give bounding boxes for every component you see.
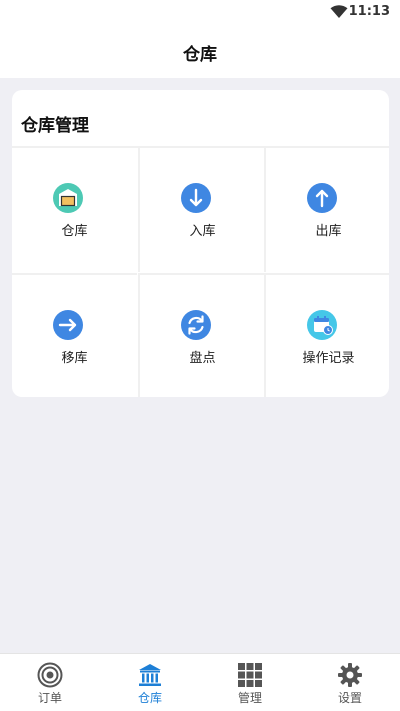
calendar-record-icon xyxy=(307,310,337,340)
grid-item-label: 仓库 xyxy=(61,224,88,239)
arrow-right-icon xyxy=(53,310,83,340)
header: 仓库 xyxy=(0,26,400,78)
grid-item-warehouse[interactable]: 仓库 xyxy=(12,148,137,272)
tab-label: 设置 xyxy=(337,691,362,705)
tab-label: 订单 xyxy=(37,691,62,705)
arrow-up-icon xyxy=(307,183,337,213)
warehouse-icon xyxy=(53,183,83,213)
gear-icon xyxy=(338,663,362,687)
status-time: 11:13 xyxy=(348,4,390,19)
grid-item-operation-log[interactable]: 操作记录 xyxy=(264,273,389,397)
grid-item-label: 入库 xyxy=(189,224,216,239)
bottom-tab-bar: 订单 仓库 管理 设置 xyxy=(0,653,400,711)
warehouse-management-card: 仓库管理 仓库 入库 出库 移库 盘点 操作记录 xyxy=(12,90,389,397)
grid-item-inbound[interactable]: 入库 xyxy=(138,148,265,272)
grid-item-outbound[interactable]: 出库 xyxy=(264,148,389,272)
refresh-icon xyxy=(181,310,211,340)
grid-item-label: 盘点 xyxy=(189,351,216,366)
function-grid: 仓库 入库 出库 移库 盘点 操作记录 xyxy=(12,146,389,397)
grid-item-label: 移库 xyxy=(61,351,88,366)
tab-label: 仓库 xyxy=(137,691,162,705)
target-icon xyxy=(37,662,63,688)
arrow-down-icon xyxy=(181,183,211,213)
tab-warehouse[interactable]: 仓库 xyxy=(100,654,200,711)
tab-settings[interactable]: 设置 xyxy=(300,654,400,711)
grid-item-label: 操作记录 xyxy=(302,351,355,366)
tab-orders[interactable]: 订单 xyxy=(0,654,100,711)
tab-label: 管理 xyxy=(237,691,262,705)
page-title: 仓库 xyxy=(183,45,217,65)
wifi-icon xyxy=(330,5,348,18)
grid-item-transfer[interactable]: 移库 xyxy=(12,273,137,397)
card-title: 仓库管理 xyxy=(21,116,89,136)
grid-item-label: 出库 xyxy=(315,224,342,239)
tab-management[interactable]: 管理 xyxy=(200,654,300,711)
status-bar: 11:13 xyxy=(0,0,400,26)
grid-icon xyxy=(238,663,262,687)
grid-item-stocktake[interactable]: 盘点 xyxy=(138,273,265,397)
bank-icon xyxy=(139,664,161,686)
